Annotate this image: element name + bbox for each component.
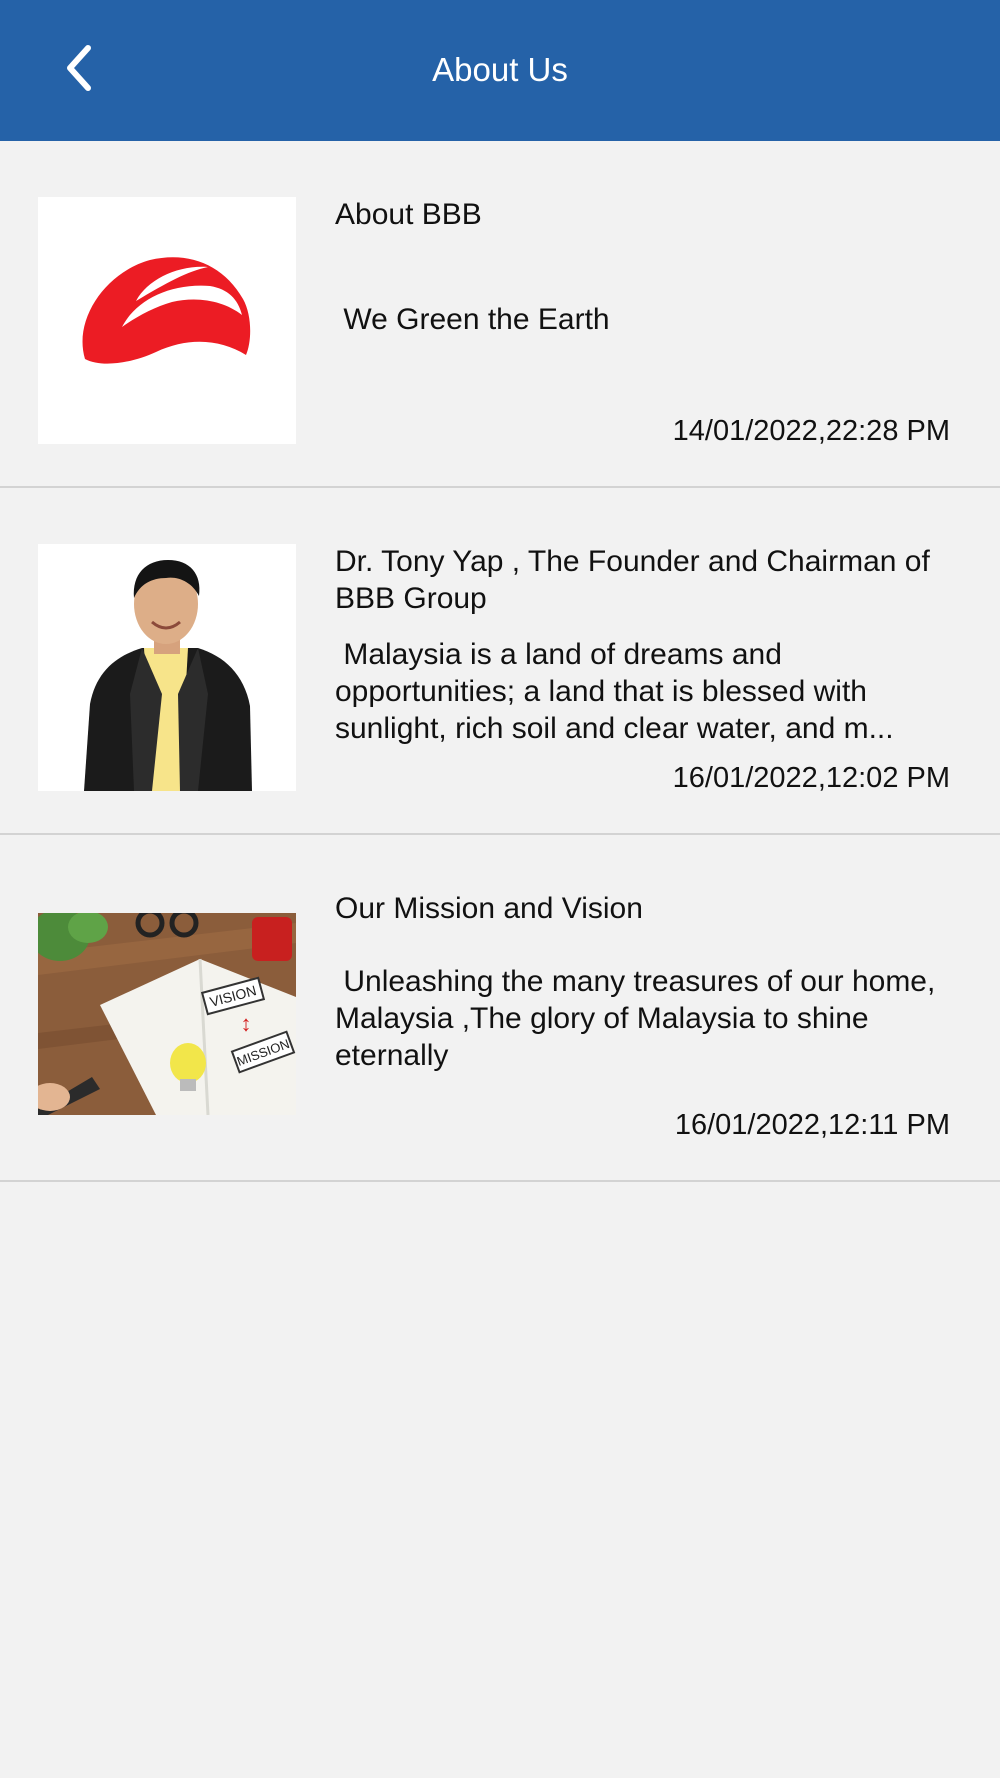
item-description: Malaysia is a land of dreams and opportu… [335, 638, 894, 745]
page-title: About Us [432, 51, 568, 88]
item-title: Dr. Tony Yap , The Founder and Chairman … [335, 545, 930, 615]
svg-text:↕: ↕ [241, 1011, 252, 1036]
founder-portrait-image [38, 544, 296, 791]
item-title: About BBB [335, 198, 482, 231]
list-item[interactable]: About BBB We Green the Earth 14/01/2022,… [0, 141, 1000, 488]
item-date: 14/01/2022,22:28 PM [672, 415, 950, 447]
item-description: We Green the Earth [335, 303, 610, 336]
item-description: Unleashing the many treasures of our hom… [335, 965, 944, 1072]
list-item[interactable]: VISION ↕ MISSION Our Mission and Vision … [0, 835, 1000, 1182]
item-date: 16/01/2022,12:02 PM [672, 762, 950, 794]
mission-vision-image: VISION ↕ MISSION [38, 913, 296, 1115]
list-item[interactable]: Dr. Tony Yap , The Founder and Chairman … [0, 488, 1000, 835]
item-date: 16/01/2022,12:11 PM [674, 1109, 950, 1141]
bbb-logo-image [38, 197, 296, 444]
navigation-bar: About Us [0, 0, 1000, 141]
about-list: About BBB We Green the Earth 14/01/2022,… [0, 141, 1000, 1182]
item-title: Our Mission and Vision [335, 892, 643, 925]
